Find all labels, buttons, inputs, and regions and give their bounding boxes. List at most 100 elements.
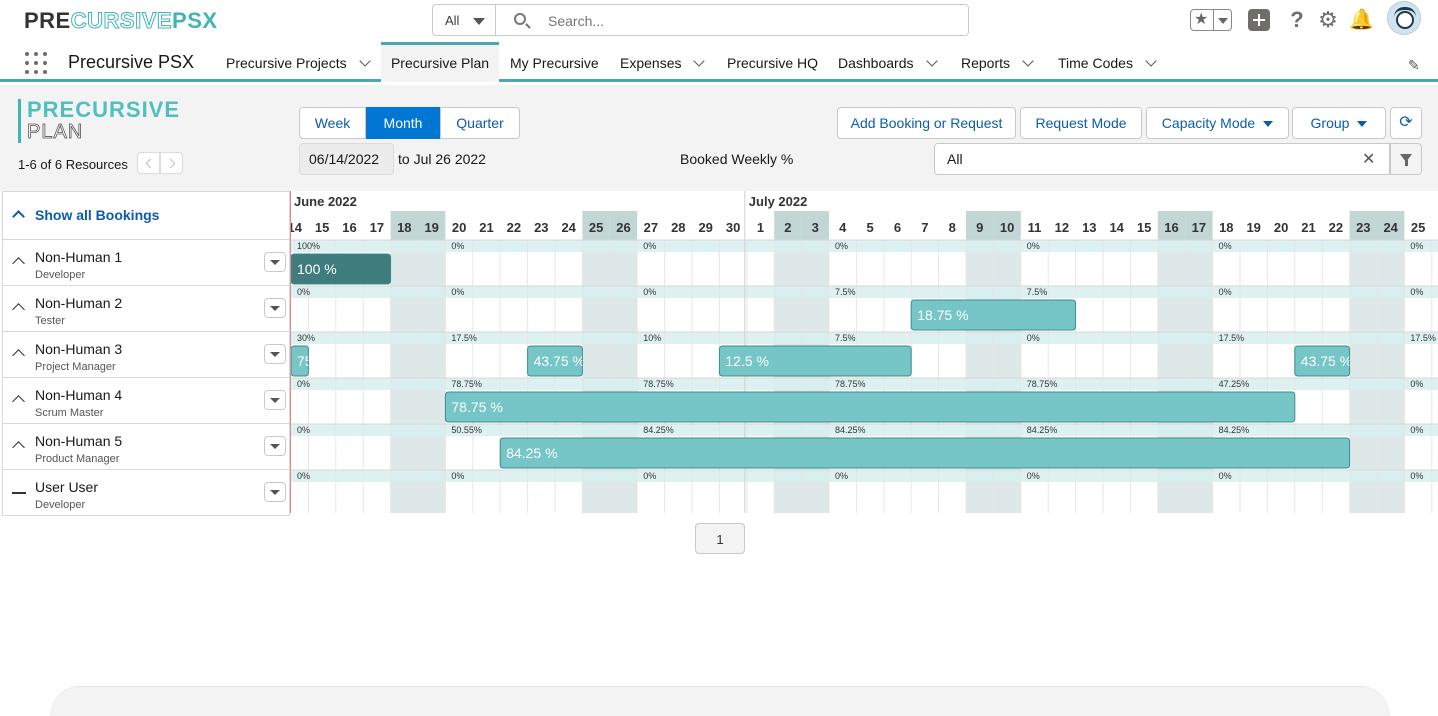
- day-label: 19: [424, 220, 438, 235]
- global-header: PRECURSIVEPSX All ★ ? ⚙ 🔔: [0, 0, 1438, 42]
- refresh-icon[interactable]: ⟳: [1390, 107, 1422, 139]
- nav-item-precursive-plan[interactable]: Precursive Plan: [381, 42, 499, 82]
- dash-icon[interactable]: [12, 492, 26, 494]
- weekly-booked-pct: 0%: [1027, 241, 1040, 251]
- global-actions-plus-icon[interactable]: [1248, 9, 1270, 31]
- day-label: 18: [1219, 220, 1233, 235]
- weekly-booked-pct: 78.75%: [643, 379, 674, 389]
- logo-text-cursive: CURSIVE: [70, 8, 173, 34]
- gear-icon[interactable]: ⚙: [1317, 9, 1339, 31]
- weekly-booked-pct: 0%: [643, 241, 656, 251]
- day-label: 24: [1383, 220, 1398, 235]
- show-all-bookings-toggle[interactable]: Show all Bookings: [2, 191, 290, 240]
- caret-down-icon[interactable]: [1218, 18, 1228, 24]
- resource-row[interactable]: Non-Human 1 Developer: [2, 240, 290, 286]
- precursive-psx-logo[interactable]: PRECURSIVEPSX: [24, 8, 218, 34]
- app-launcher-icon[interactable]: [25, 52, 47, 74]
- day-label: 14: [1109, 220, 1124, 235]
- resource-row[interactable]: Non-Human 3 Project Manager: [2, 332, 290, 378]
- resource-row[interactable]: User User Developer: [2, 470, 290, 516]
- day-label: 23: [1356, 220, 1370, 235]
- group-button[interactable]: Group: [1292, 107, 1386, 139]
- weekly-booked-pct: 0%: [835, 241, 848, 251]
- global-search[interactable]: [496, 4, 969, 36]
- chevron-down-icon[interactable]: [925, 55, 938, 67]
- plan-toolbar: PRECURSIVE PLAN 1-6 of 6 Resources Week …: [0, 85, 1438, 191]
- nav-item-time-codes[interactable]: Time Codes: [1058, 42, 1157, 82]
- chevron-down-icon[interactable]: [1022, 55, 1034, 67]
- metric-label: Booked Weekly %: [680, 151, 794, 167]
- booking-bar[interactable]: [444, 391, 1296, 423]
- weekly-booked-pct: 0%: [451, 471, 464, 481]
- page-1-button[interactable]: 1: [695, 523, 745, 554]
- view-month-button[interactable]: Month: [366, 107, 440, 139]
- chevron-up-icon[interactable]: [12, 395, 25, 408]
- resource-menu-dropdown[interactable]: [264, 252, 286, 272]
- resource-row[interactable]: Non-Human 5 Product Manager: [2, 424, 290, 470]
- add-booking-button[interactable]: Add Booking or Request: [837, 107, 1016, 139]
- nav-item-precursive-hq[interactable]: Precursive HQ: [727, 42, 818, 82]
- nav-item-my-precursive[interactable]: My Precursive: [510, 42, 599, 82]
- view-quarter-button[interactable]: Quarter: [440, 107, 520, 139]
- plan-logo-line2: PLAN: [27, 121, 84, 144]
- resource-menu-dropdown[interactable]: [264, 344, 286, 364]
- favorites-button[interactable]: ★: [1190, 9, 1232, 31]
- day-label: 21: [1301, 220, 1315, 235]
- nav-item-dashboards[interactable]: Dashboards: [838, 42, 938, 82]
- day-label: 20: [1274, 220, 1288, 235]
- search-scope-select[interactable]: All: [432, 4, 496, 36]
- nav-item-reports[interactable]: Reports: [961, 42, 1034, 82]
- booking-label: 12.5 %: [725, 353, 769, 369]
- resource-menu-dropdown[interactable]: [264, 390, 286, 410]
- capacity-mode-button[interactable]: Capacity Mode: [1146, 107, 1289, 139]
- weekly-booked-pct: 0%: [1410, 287, 1423, 297]
- resource-row[interactable]: Non-Human 2 Tester: [2, 286, 290, 332]
- view-week-button[interactable]: Week: [299, 107, 366, 139]
- day-label: 23: [534, 220, 548, 235]
- show-all-bookings-label: Show all Bookings: [35, 207, 160, 223]
- day-label: 20: [452, 220, 466, 235]
- resource-menu-dropdown[interactable]: [264, 436, 286, 456]
- chevron-up-icon[interactable]: [12, 349, 25, 362]
- chevron-down-icon[interactable]: [1145, 55, 1157, 67]
- nav-item-expenses[interactable]: Expenses: [620, 42, 706, 82]
- weekly-booked-pct: 78.75%: [835, 379, 866, 389]
- chevron-up-icon[interactable]: [12, 441, 25, 454]
- nav-item-precursive-projects[interactable]: Precursive Projects: [226, 42, 371, 82]
- resource-name: Non-Human 5: [35, 433, 123, 449]
- booking-label: 100 %: [297, 261, 337, 277]
- chevron-down-icon[interactable]: [358, 55, 371, 67]
- chevron-down-icon[interactable]: [693, 55, 706, 67]
- nav-item-label: Time Codes: [1058, 55, 1133, 71]
- weekly-booked-pct: 0%: [1410, 471, 1423, 481]
- start-date-input[interactable]: 06/14/2022: [299, 143, 394, 175]
- clear-filter-icon[interactable]: ✕: [1362, 149, 1375, 169]
- avatar[interactable]: [1387, 1, 1421, 35]
- previous-page-button[interactable]: [137, 152, 160, 174]
- request-mode-button[interactable]: Request Mode: [1020, 107, 1142, 139]
- resource-menu-dropdown[interactable]: [264, 298, 286, 318]
- bell-icon[interactable]: 🔔: [1349, 9, 1374, 31]
- day-label: 27: [644, 220, 658, 235]
- booking-bar[interactable]: [499, 437, 1351, 469]
- edit-nav-pencil-icon[interactable]: ✎: [1408, 57, 1420, 74]
- resource-menu-dropdown[interactable]: [264, 482, 286, 502]
- resource-row[interactable]: Non-Human 4 Scrum Master: [2, 378, 290, 424]
- day-label: 19: [1246, 220, 1260, 235]
- search-input[interactable]: [546, 11, 946, 31]
- weekly-booked-pct: 0%: [451, 287, 464, 297]
- resource-name: Non-Human 4: [35, 387, 123, 403]
- chevron-up-icon[interactable]: [12, 303, 25, 316]
- booking-calendar: June 2022July 20221415161718192021222324…: [290, 191, 1438, 513]
- filter-icon[interactable]: [1390, 143, 1422, 175]
- day-label: 22: [1329, 220, 1343, 235]
- day-label: 3: [812, 220, 819, 235]
- chevron-up-icon[interactable]: [12, 257, 25, 270]
- calendar-grid: June 2022July 20221415161718192021222324…: [291, 191, 1438, 513]
- help-icon[interactable]: ?: [1286, 9, 1308, 31]
- weekly-booked-pct: 100%: [297, 241, 320, 251]
- resource-filter-input[interactable]: All: [934, 143, 1390, 175]
- next-page-button[interactable]: [160, 152, 183, 174]
- day-label: 10: [1000, 220, 1014, 235]
- resource-role: Developer: [35, 269, 86, 281]
